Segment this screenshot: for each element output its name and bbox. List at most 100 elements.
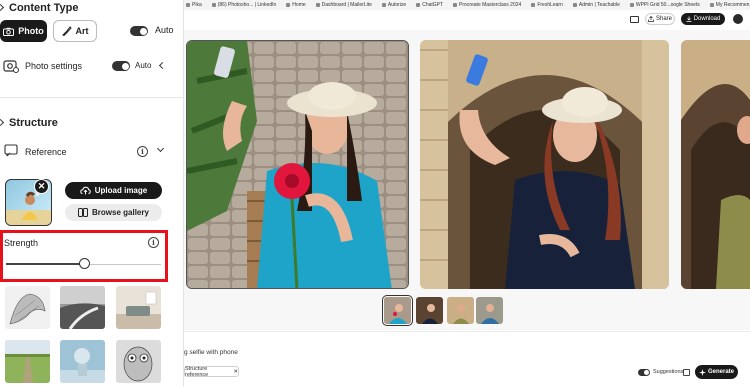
sparkle-icon [698, 368, 706, 376]
share-icon [648, 16, 654, 22]
app-window: Content Type Photo Art Auto Photo settin… [0, 0, 750, 387]
close-icon[interactable]: ✕ [34, 179, 49, 194]
structure-reference-chip[interactable]: Structure reference ✕ [184, 365, 239, 378]
photo-settings-toggle[interactable] [112, 61, 130, 71]
bookmark-label: WPPI Grid 50...oogle Sheets [635, 2, 700, 8]
brush-icon [61, 26, 72, 36]
bookmark-item[interactable]: Admin | Teachable [572, 2, 620, 8]
bookmark-label: Pika [192, 2, 202, 8]
bookmark-item[interactable]: Home [286, 2, 306, 8]
reference-icon [4, 144, 18, 157]
bookmark-favicon-icon [315, 3, 320, 7]
bookmark-item[interactable]: (86) Photosho... | LinkedIn [211, 2, 277, 8]
download-icon [686, 16, 692, 22]
structure-reference-chip-label: Structure reference [185, 365, 209, 378]
browse-gallery-label: Browse gallery [92, 208, 149, 217]
variant-thumbnail-2[interactable] [416, 297, 443, 324]
content-type-title: Content Type [9, 2, 79, 14]
browse-gallery-button[interactable]: Browse gallery [65, 204, 162, 221]
download-button[interactable]: Download [681, 13, 725, 25]
bookmark-item[interactable]: WPPI Grid 50...oogle Sheets [629, 2, 700, 8]
photo-settings-label: Photo settings [25, 61, 83, 71]
left-panel: Content Type Photo Art Auto Photo settin… [0, 0, 184, 387]
strength-slider-fill [6, 263, 84, 265]
bookmark-label: Procreate Masterclass 2024 [459, 2, 522, 8]
bookmark-favicon-icon [453, 3, 458, 7]
bookmark-item[interactable]: ChatGPT [416, 2, 443, 8]
gallery-thumbnail[interactable] [60, 286, 105, 329]
reference-label: Reference [25, 147, 67, 157]
bookmark-favicon-icon [286, 3, 291, 7]
gallery-icon [78, 208, 89, 217]
gallery-thumbnail[interactable] [116, 340, 161, 383]
strength-label: Strength [4, 238, 39, 248]
bookmark-label: Admin | Teachable [578, 2, 620, 8]
suggestions-label: Suggestions [653, 369, 684, 375]
prompt-input[interactable]: g selfie with phone [184, 349, 238, 356]
bookmark-favicon-icon [416, 3, 421, 7]
bookmark-favicon-icon [629, 3, 634, 7]
variant-thumbnail-4[interactable] [476, 297, 503, 324]
prompt-bar [184, 331, 750, 387]
bookmark-label: Dashboard | MailerLite [321, 2, 372, 8]
divider [0, 97, 183, 98]
auto-label: Auto [155, 25, 174, 35]
photo-button-label: Photo [18, 26, 44, 36]
download-label: Download [693, 16, 721, 22]
chevron-icon[interactable] [0, 118, 5, 127]
suggestions-toggle[interactable] [638, 369, 650, 376]
bookmark-label: Home [292, 2, 306, 8]
variant-thumbnail-3[interactable] [447, 297, 474, 324]
bookmarks-bar: Pika (86) Photosho... | LinkedIn Home Dashb… [184, 0, 750, 10]
bookmark-favicon-icon [531, 3, 536, 7]
bookmark-item[interactable]: Pika [186, 2, 202, 8]
bookmark-item[interactable]: FreshLearn [531, 2, 563, 8]
gallery-thumbnail[interactable] [5, 286, 50, 329]
bookmark-label: My Recommen...Colin Smith [715, 2, 750, 8]
photo-settings-auto-label: Auto [135, 61, 152, 70]
bookmark-favicon-icon [186, 3, 190, 7]
gallery-thumbnail[interactable] [116, 286, 161, 329]
info-icon[interactable]: i [137, 146, 148, 157]
art-button-label: Art [75, 26, 89, 36]
bookmark-label: ChatGPT [422, 2, 444, 8]
close-icon[interactable]: ✕ [233, 369, 238, 375]
share-label: Share [655, 16, 672, 22]
gallery-thumbnail[interactable] [60, 340, 105, 383]
generated-image-2[interactable] [420, 40, 669, 289]
bookmark-label: (86) Photosho... | LinkedIn [217, 2, 277, 8]
chevron-icon[interactable] [0, 3, 5, 12]
auto-toggle[interactable] [130, 26, 148, 36]
bookmark-favicon-icon [572, 3, 577, 7]
share-button[interactable]: Share [645, 13, 675, 25]
comment-icon[interactable] [630, 16, 639, 23]
bookmark-label: Autorize [387, 2, 407, 8]
generated-image-1[interactable] [186, 40, 409, 289]
structure-title: Structure [9, 117, 58, 129]
bookmark-favicon-icon [211, 3, 216, 7]
generate-label: Generate [707, 369, 734, 375]
avatar[interactable] [733, 14, 743, 24]
art-button[interactable]: Art [53, 20, 97, 42]
bookmark-favicon-icon [709, 3, 714, 7]
settings-icon[interactable] [683, 369, 690, 376]
info-icon[interactable]: i [148, 237, 159, 248]
bookmark-item[interactable]: Autorize [381, 2, 407, 8]
photo-button[interactable]: Photo [0, 20, 47, 42]
upload-icon [80, 186, 91, 195]
bookmark-item[interactable]: Dashboard | MailerLite [315, 2, 372, 8]
generate-button[interactable]: Generate [695, 365, 738, 379]
camera-icon [3, 27, 15, 36]
generated-image-3[interactable] [681, 40, 750, 289]
strength-slider-handle[interactable] [78, 258, 90, 269]
upload-image-button[interactable]: Upload image [65, 182, 162, 199]
bookmark-label: FreshLearn [537, 2, 563, 8]
bookmark-item[interactable]: Procreate Masterclass 2024 [453, 2, 521, 8]
gallery-thumbnail[interactable] [5, 340, 50, 383]
upload-image-label: Upload image [94, 186, 148, 195]
chevron-left-icon[interactable] [158, 61, 167, 70]
variant-thumbnail-1[interactable] [382, 295, 413, 326]
bookmark-item[interactable]: My Recommen...Colin Smith [709, 2, 750, 8]
chevron-down-icon[interactable] [156, 144, 165, 153]
photo-settings-icon [3, 60, 19, 73]
